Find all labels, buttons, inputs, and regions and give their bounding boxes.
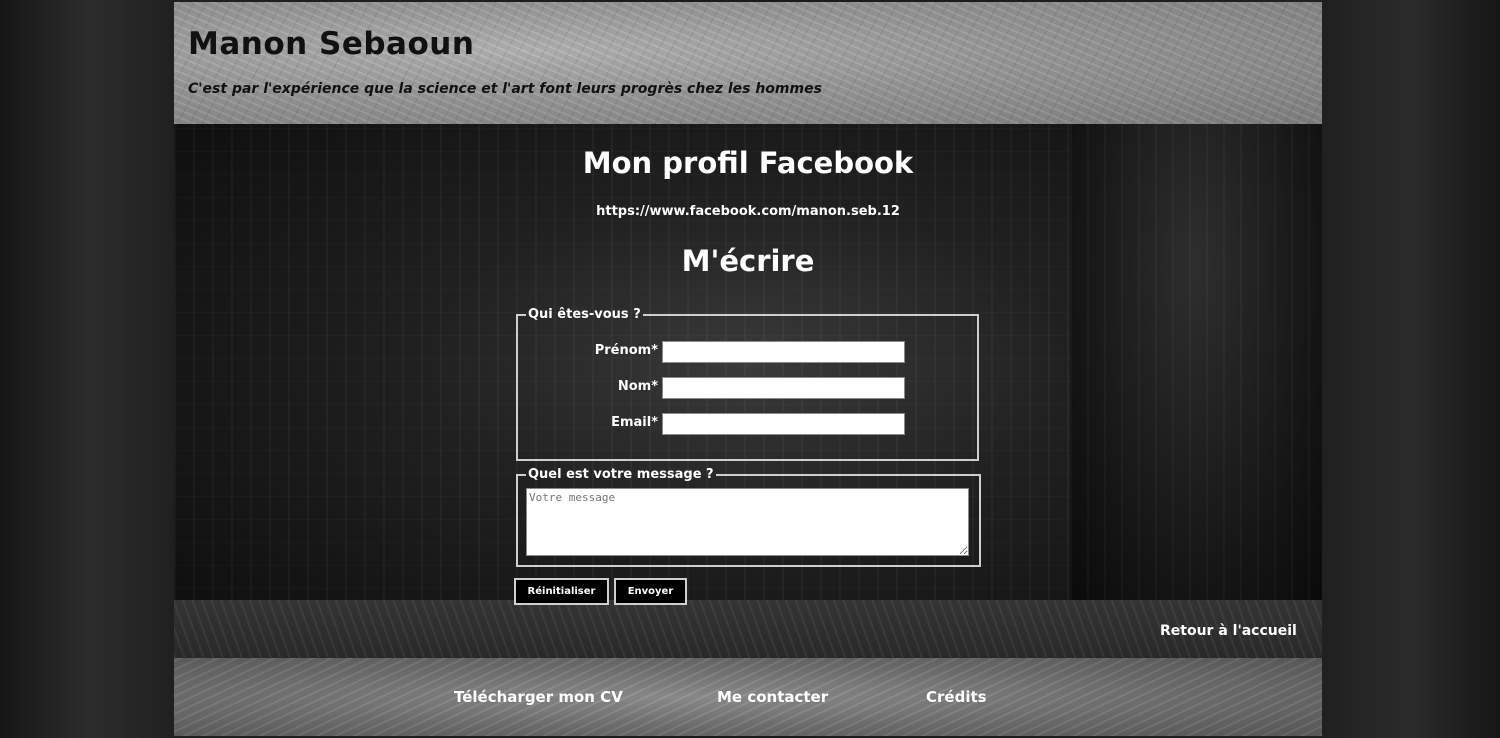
facebook-profile-link[interactable]: https://www.facebook.com/manon.seb.12 (174, 204, 1322, 219)
first-name-input[interactable] (662, 341, 905, 363)
contact-heading: M'écrire (681, 244, 815, 278)
identity-legend: Qui êtes-vous ? (528, 307, 641, 322)
main-bottom-strip (174, 600, 1322, 658)
main-content: Mon profil Facebook https://www.facebook… (174, 124, 1322, 658)
email-label: Email* (611, 415, 658, 430)
back-home-link[interactable]: Retour à l'accueil (1160, 623, 1297, 639)
message-legend: Quel est votre message ? (528, 467, 714, 482)
side-column (1070, 124, 1322, 600)
last-name-label: Nom* (617, 379, 658, 394)
footer-link-contact[interactable]: Me contacter (717, 688, 828, 706)
site-tagline: C'est par l'expérience que la science et… (188, 81, 822, 97)
site-header: Manon Sebaoun C'est par l'expérience que… (174, 2, 1322, 124)
first-name-label: Prénom* (594, 343, 658, 358)
message-textarea[interactable] (526, 488, 969, 556)
email-input[interactable] (662, 413, 905, 435)
last-name-input[interactable] (662, 377, 905, 399)
page-container: Manon Sebaoun C'est par l'expérience que… (174, 2, 1322, 736)
site-title: Manon Sebaoun (188, 26, 475, 62)
facebook-heading: Mon profil Facebook (582, 146, 914, 180)
footer-link-credits[interactable]: Crédits (926, 688, 987, 706)
reset-button[interactable]: Réinitialiser (514, 578, 609, 605)
site-footer: Télécharger mon CV Me contacter Crédits (174, 658, 1322, 736)
send-button[interactable]: Envoyer (614, 578, 687, 605)
footer-link-download-cv[interactable]: Télécharger mon CV (454, 688, 623, 706)
browser-viewport: Manon Sebaoun C'est par l'expérience que… (0, 0, 1500, 738)
